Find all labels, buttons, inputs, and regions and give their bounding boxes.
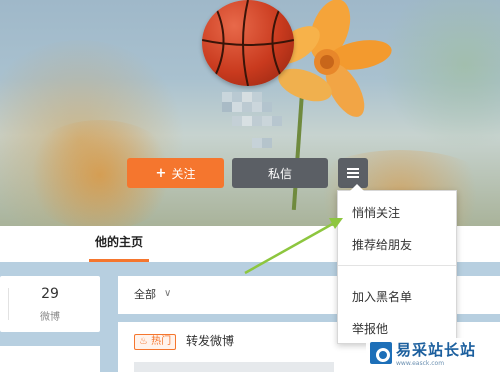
watermark-text: 易采站长站 [396, 341, 477, 359]
tab-home[interactable]: 他的主页 [89, 226, 150, 262]
more-dropdown-menu: 悄悄关注 推荐给朋友 加入黑名单 举报他 [337, 184, 457, 344]
follow-button[interactable]: + 关注 [127, 158, 224, 188]
menu-item-blacklist[interactable]: 加入黑名单 [352, 288, 412, 305]
side-card [0, 346, 100, 372]
weibo-count[interactable]: 29 [0, 286, 100, 302]
watermark-url: www.easck.com [396, 360, 445, 367]
menu-separator [338, 265, 456, 266]
feed-item-title: 转发微博 [186, 334, 235, 348]
menu-item-recommend[interactable]: 推荐给朋友 [352, 236, 412, 253]
hamburger-menu-icon [347, 168, 359, 178]
weibo-count-label: 微博 [40, 312, 60, 323]
avatar[interactable] [202, 0, 294, 86]
menu-item-quiet-follow[interactable]: 悄悄关注 [352, 204, 400, 221]
basketball-icon [202, 0, 294, 86]
menu-item-report[interactable]: 举报他 [352, 320, 388, 337]
hot-badge-label: 热门 [151, 336, 172, 347]
site-logo-icon [370, 342, 392, 364]
dropdown-caret [350, 184, 364, 191]
message-button[interactable]: 私信 [232, 158, 328, 188]
message-label: 私信 [267, 166, 292, 181]
plus-icon: + [155, 165, 167, 181]
watermark: 易采站长站 www.easck.com [366, 338, 500, 372]
background-blur [380, 0, 500, 150]
hot-badge: ♨ 热门 [134, 334, 177, 350]
chevron-down-icon[interactable]: ∨ [164, 276, 171, 312]
stats-card: 29 微博 [0, 276, 100, 332]
feed-item-placeholder [134, 362, 334, 372]
fire-icon: ♨ [139, 336, 148, 347]
follow-label: 关注 [171, 166, 196, 181]
filter-all[interactable]: 全部 [134, 276, 156, 314]
blurred-username [222, 92, 284, 152]
